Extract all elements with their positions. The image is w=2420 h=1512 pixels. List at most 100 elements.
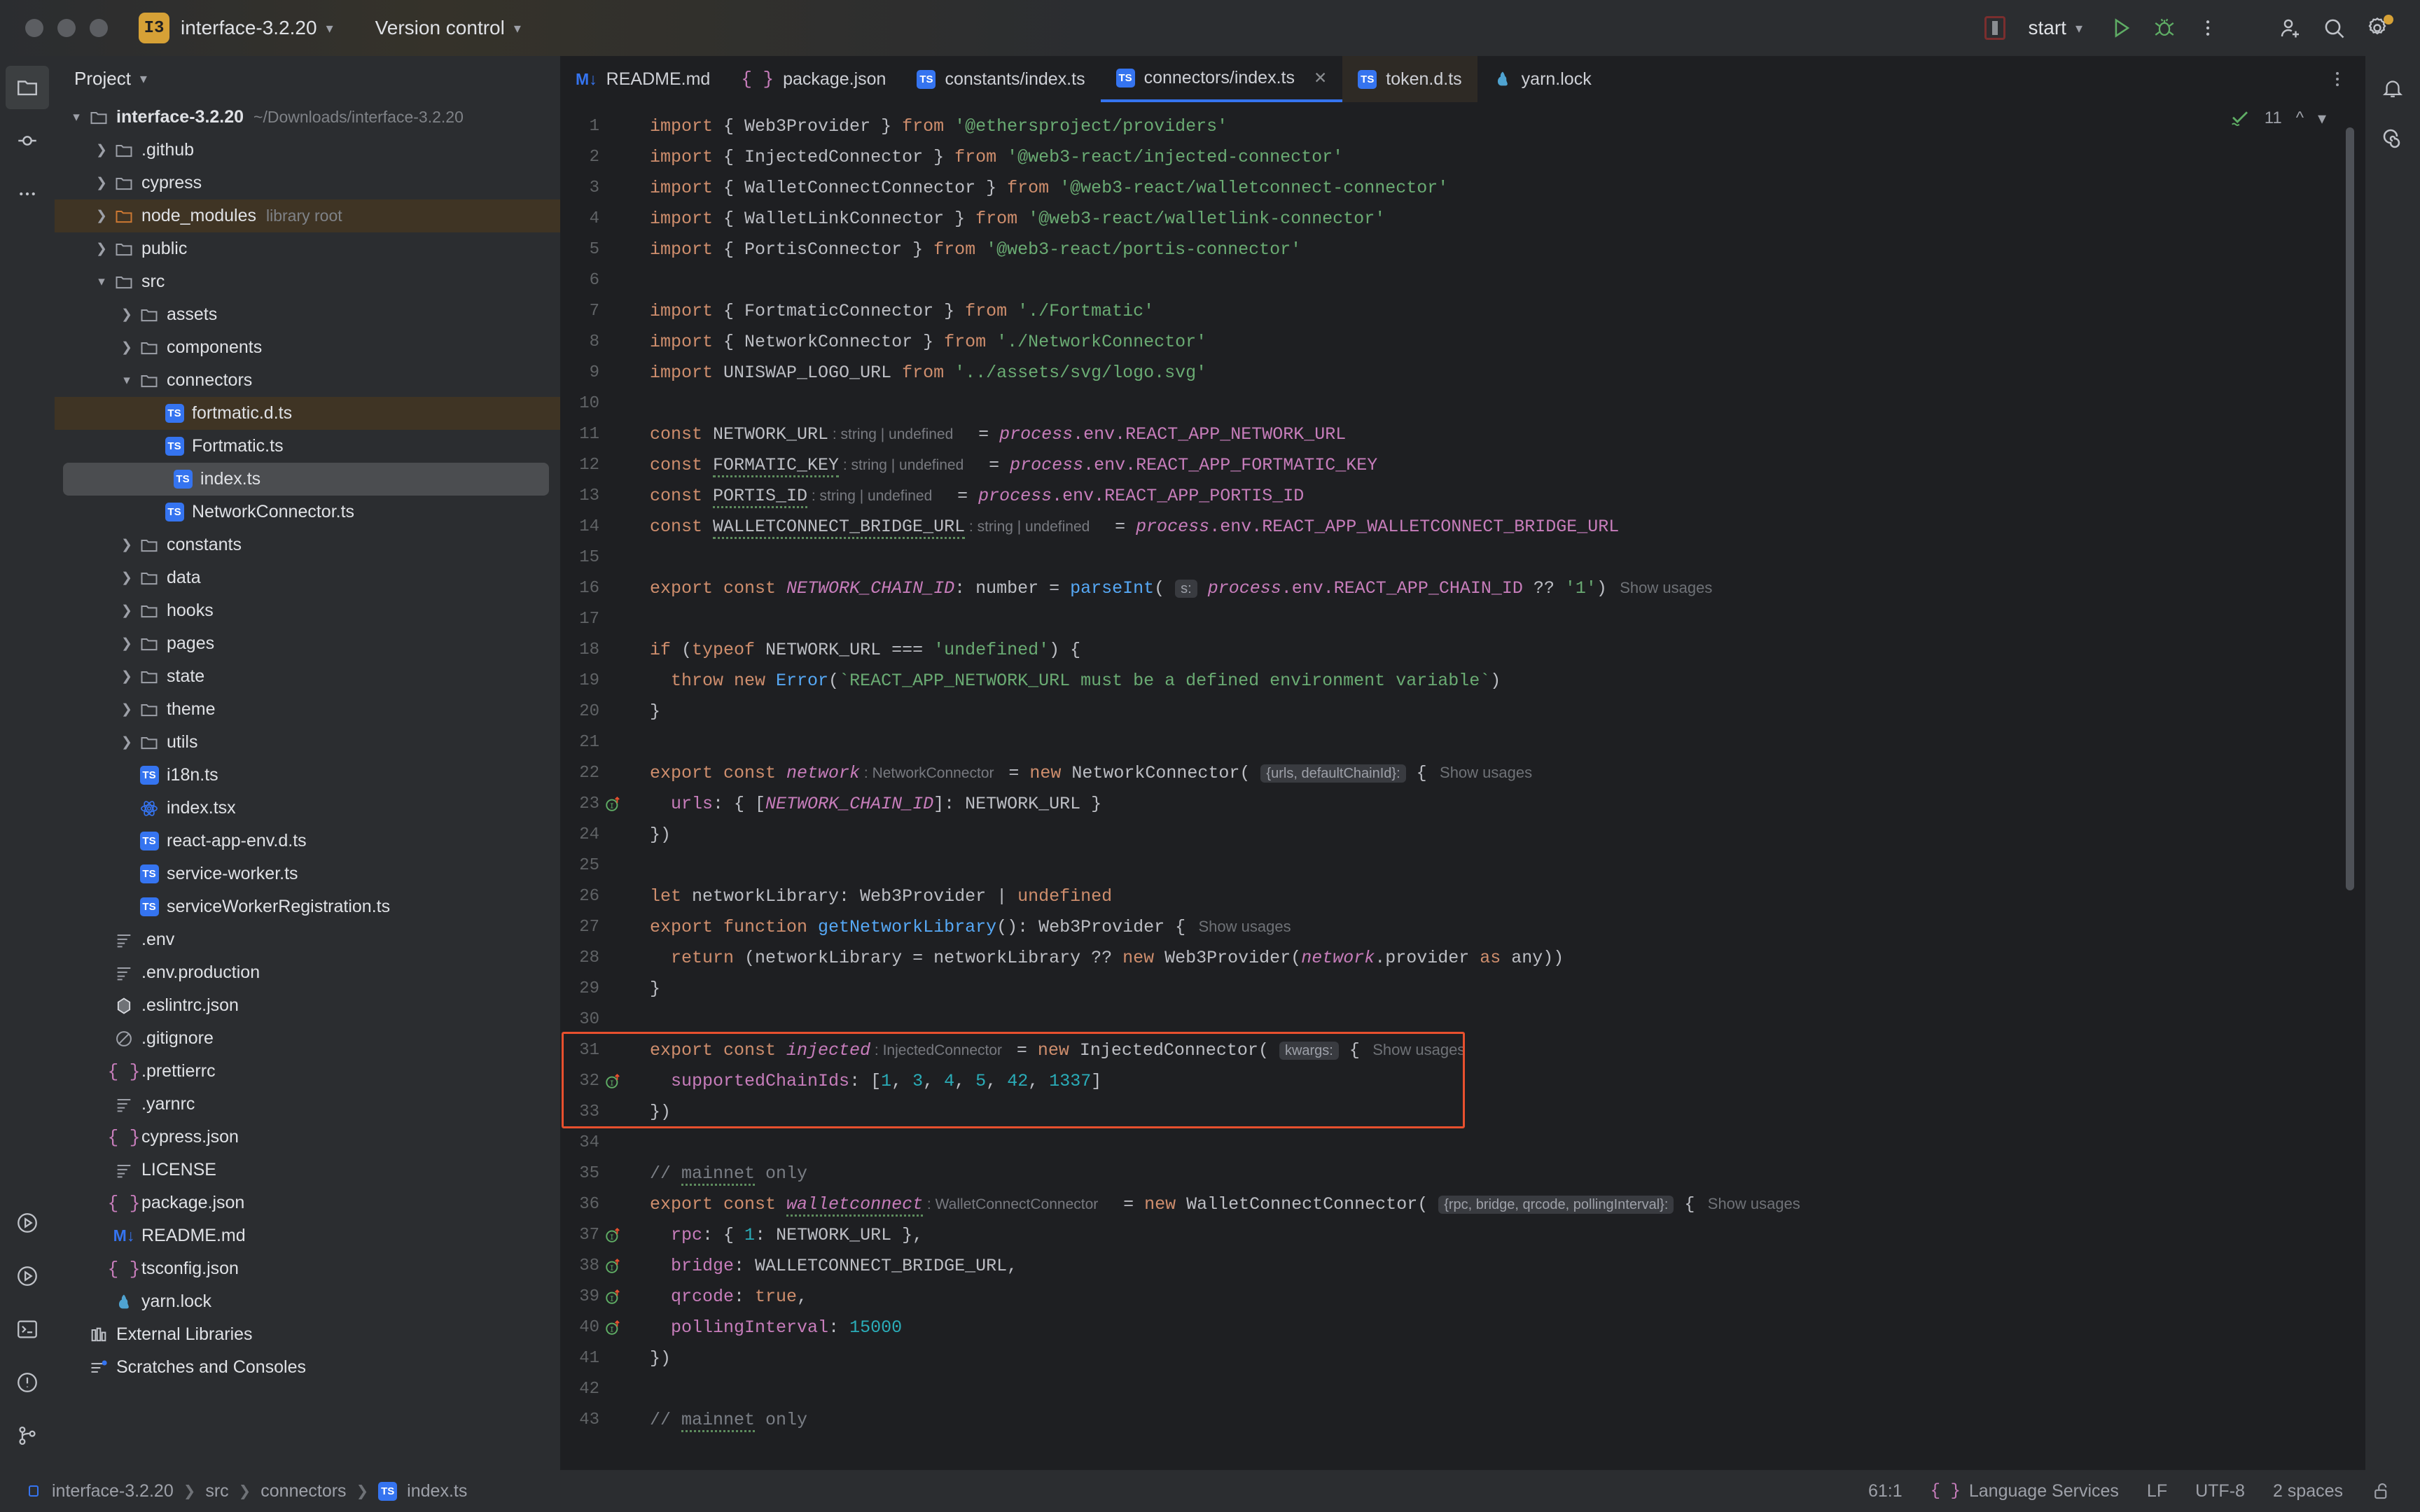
tree-item-fortmatic-d-ts[interactable]: TS fortmatic.d.ts: [55, 397, 560, 430]
tab-options-icon[interactable]: [2309, 56, 2365, 102]
code-line[interactable]: 11 const NETWORK_URL : string | undefined…: [560, 419, 2365, 449]
tree-item-connectors[interactable]: ▾ connectors: [55, 364, 560, 397]
tree-item-tsconfig-json[interactable]: { } tsconfig.json: [55, 1252, 560, 1285]
tree-item-assets[interactable]: ❯ assets: [55, 298, 560, 331]
code-line[interactable]: 24}): [560, 819, 2365, 850]
tree-item-pages[interactable]: ❯ pages: [55, 627, 560, 660]
tree-item-eslintrc-json[interactable]: .eslintrc.json: [55, 989, 560, 1022]
code-line[interactable]: 25: [560, 850, 2365, 881]
implements-icon[interactable]: I: [599, 1256, 627, 1275]
chevron-right-icon[interactable]: ❯: [118, 636, 136, 652]
chevron-down-icon[interactable]: ▾: [140, 70, 147, 88]
tree-item-index-tsx[interactable]: index.tsx: [55, 792, 560, 825]
breadcrumb-item[interactable]: src: [205, 1481, 228, 1502]
tree-item-constants[interactable]: ❯ constants: [55, 528, 560, 561]
chevron-right-icon[interactable]: ❯: [118, 537, 136, 553]
tree-item-theme[interactable]: ❯ theme: [55, 693, 560, 726]
chevron-right-icon[interactable]: ❯: [92, 241, 111, 257]
tree-item-env[interactable]: .env: [55, 923, 560, 956]
project-tree[interactable]: ▾ interface-3.2.20 ~/Downloads/interface…: [55, 101, 560, 1470]
version-control-tool-icon[interactable]: [6, 1414, 49, 1457]
tree-item-external-libraries[interactable]: External Libraries: [55, 1318, 560, 1351]
tree-item-yarn-lock[interactable]: yarn.lock: [55, 1285, 560, 1318]
code-line[interactable]: 12 const FORMATIC_KEY : string | undefine…: [560, 449, 2365, 480]
minimize-window-button[interactable]: [57, 19, 76, 37]
code-line[interactable]: 41}): [560, 1343, 2365, 1373]
implements-icon[interactable]: I: [599, 794, 627, 813]
more-options-icon[interactable]: [2186, 6, 2230, 50]
tree-item-package-json[interactable]: { } package.json: [55, 1186, 560, 1219]
editor-tab-bar[interactable]: M↓ README.md { } package.json TS constants/in…: [560, 56, 2365, 102]
tree-item-cypress[interactable]: ❯ cypress: [55, 167, 560, 200]
indent-status[interactable]: 2 spaces: [2273, 1481, 2343, 1502]
code-line[interactable]: 39 I qrcode: true,: [560, 1281, 2365, 1312]
chevron-down-icon[interactable]: ▾: [92, 274, 111, 290]
encoding-status[interactable]: UTF-8: [2195, 1481, 2245, 1502]
tree-item-env-production[interactable]: .env.production: [55, 956, 560, 989]
inspection-widget[interactable]: 11 ^ ▾: [2230, 108, 2326, 129]
breadcrumb[interactable]: interface-3.2.20 ❯ src ❯ connectors ❯ TS index.…: [0, 1481, 467, 1502]
language-services-status[interactable]: { } Language Services: [1931, 1481, 2119, 1502]
code-line[interactable]: 23 I urls: { [NETWORK_CHAIN_ID]: NETWORK_…: [560, 788, 2365, 819]
tree-item-license[interactable]: LICENSE: [55, 1154, 560, 1186]
terminal-tool-icon[interactable]: [6, 1308, 49, 1351]
tree-item-src[interactable]: ▾ src: [55, 265, 560, 298]
code-line[interactable]: 33}): [560, 1096, 2365, 1127]
code-line[interactable]: 42: [560, 1373, 2365, 1404]
chevron-right-icon[interactable]: ❯: [92, 175, 111, 191]
maximize-window-button[interactable]: [90, 19, 108, 37]
code-line[interactable]: 19 throw new Error(`REACT_APP_NETWORK_UR…: [560, 665, 2365, 696]
code-line[interactable]: 3 import { WalletConnectConnector } from …: [560, 172, 2365, 203]
version-control-menu[interactable]: Version control ▾: [364, 17, 521, 39]
line-separator-status[interactable]: LF: [2147, 1481, 2167, 1502]
tab-token-d-ts[interactable]: TS token.d.ts: [1342, 56, 1477, 102]
tree-item-public[interactable]: ❯ public: [55, 232, 560, 265]
breadcrumb-item[interactable]: connectors: [260, 1481, 346, 1502]
more-tools-icon[interactable]: [6, 172, 49, 216]
tree-item-index-ts[interactable]: TS index.ts: [63, 463, 549, 496]
code-line[interactable]: 30: [560, 1004, 2365, 1035]
code-editor[interactable]: 1 import { Web3Provider } from '@etherspr…: [560, 102, 2365, 1470]
tree-item-i18n-ts[interactable]: TS i18n.ts: [55, 759, 560, 792]
code-line[interactable]: 15: [560, 542, 2365, 573]
chevron-down-icon[interactable]: ▾: [67, 109, 85, 125]
code-line[interactable]: 13 const PORTIS_ID : string | undefined =…: [560, 480, 2365, 511]
code-line[interactable]: 18 if (typeof NETWORK_URL === 'undefined'…: [560, 634, 2365, 665]
code-line[interactable]: 29}: [560, 973, 2365, 1004]
code-line[interactable]: 14 const WALLETCONNECT_BRIDGE_URL : strin…: [560, 511, 2365, 542]
code-line[interactable]: 28 return (networkLibrary = networkLibra…: [560, 942, 2365, 973]
commit-tool-icon[interactable]: [6, 119, 49, 162]
window-controls[interactable]: [25, 19, 108, 37]
close-window-button[interactable]: [25, 19, 43, 37]
chevron-right-icon[interactable]: ❯: [118, 603, 136, 619]
chevron-up-icon[interactable]: ^: [2296, 108, 2304, 128]
problems-tool-icon[interactable]: [6, 1361, 49, 1404]
tree-item-networkconnector-ts[interactable]: TS NetworkConnector.ts: [55, 496, 560, 528]
code-line[interactable]: 31 export const injected : InjectedConnec…: [560, 1035, 2365, 1065]
search-icon[interactable]: [2312, 6, 2356, 50]
code-line[interactable]: 16 export const NETWORK_CHAIN_ID: number …: [560, 573, 2365, 603]
tab-connectors-index-ts[interactable]: TS connectors/index.ts ✕: [1100, 56, 1343, 102]
tree-item-components[interactable]: ❯ components: [55, 331, 560, 364]
tree-item-node-modules[interactable]: ❯ node_modules library root: [55, 200, 560, 232]
chevron-down-icon[interactable]: ▾: [2318, 108, 2326, 129]
implements-icon[interactable]: I: [599, 1318, 627, 1336]
tab-package-json[interactable]: { } package.json: [725, 56, 901, 102]
tab-constants-index-ts[interactable]: TS constants/index.ts: [901, 56, 1100, 102]
project-tool-icon[interactable]: [6, 66, 49, 109]
code-line[interactable]: 4 import { WalletLinkConnector } from '@w…: [560, 203, 2365, 234]
chevron-right-icon[interactable]: ❯: [92, 142, 111, 158]
tree-item-serviceworkerregistration-ts[interactable]: TS serviceWorkerRegistration.ts: [55, 890, 560, 923]
tree-item-hooks[interactable]: ❯ hooks: [55, 594, 560, 627]
chevron-right-icon[interactable]: ❯: [118, 734, 136, 750]
code-line[interactable]: 37 I rpc: { 1: NETWORK_URL },: [560, 1219, 2365, 1250]
implements-icon[interactable]: I: [599, 1072, 627, 1090]
chevron-right-icon[interactable]: ❯: [118, 668, 136, 685]
add-user-icon[interactable]: [2269, 6, 2312, 50]
tree-item-cypress-json[interactable]: { } cypress.json: [55, 1121, 560, 1154]
ai-assistant-icon[interactable]: [2371, 119, 2414, 162]
close-icon[interactable]: ✕: [1314, 69, 1327, 88]
code-line[interactable]: 34: [560, 1127, 2365, 1158]
code-line[interactable]: 7 import { FortmaticConnector } from './F…: [560, 295, 2365, 326]
project-selector[interactable]: interface-3.2.20 ▾: [169, 17, 333, 39]
